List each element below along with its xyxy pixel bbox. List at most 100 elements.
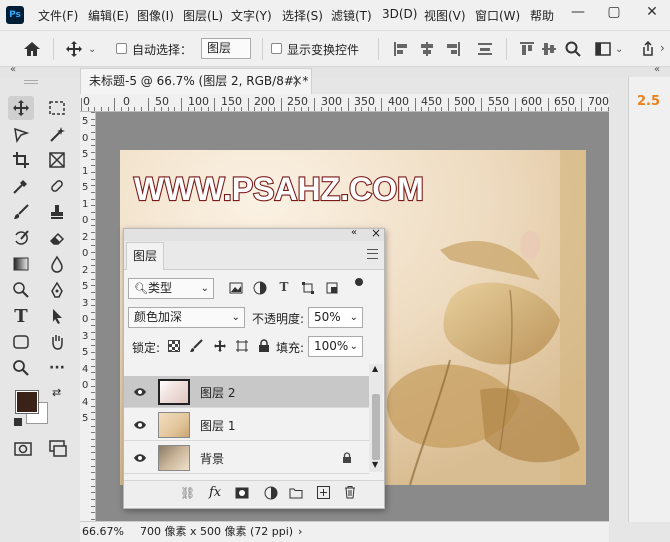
- panel-menu-icon[interactable]: [367, 249, 378, 259]
- distribute-icon[interactable]: [476, 40, 494, 58]
- delete-layer-icon[interactable]: [344, 485, 356, 499]
- path-selection-icon[interactable]: [44, 304, 70, 328]
- pen-tool-icon[interactable]: [44, 278, 70, 302]
- share-icon[interactable]: [638, 39, 658, 59]
- visibility-eye-icon[interactable]: [133, 451, 147, 465]
- menu-edit[interactable]: 编辑(E): [88, 7, 129, 24]
- collapse-right-icon[interactable]: «: [654, 64, 660, 75]
- zoom-level[interactable]: 66.67%: [82, 522, 124, 542]
- fill-field[interactable]: 100% ⌄: [308, 336, 363, 357]
- align-middle-icon[interactable]: [540, 40, 558, 58]
- more-tools-icon[interactable]: ···: [44, 356, 70, 380]
- menu-type[interactable]: 文字(Y): [231, 7, 272, 24]
- opacity-field[interactable]: 50% ⌄: [308, 307, 363, 328]
- quick-mask-icon[interactable]: [14, 442, 32, 456]
- filter-toggle-icon[interactable]: [355, 278, 363, 286]
- menu-file[interactable]: 文件(F): [38, 7, 78, 24]
- visibility-eye-icon[interactable]: [133, 385, 147, 399]
- lock-position-icon[interactable]: [212, 338, 228, 354]
- align-center-icon[interactable]: [418, 40, 436, 58]
- layer-row[interactable]: 图层 2: [124, 376, 369, 408]
- new-layer-icon[interactable]: [317, 486, 330, 499]
- blend-mode-dropdown[interactable]: 颜色加深 ⌄: [128, 307, 245, 328]
- rectangle-tool-icon[interactable]: [8, 330, 34, 354]
- menu-filter[interactable]: 滤镜(T): [331, 7, 372, 24]
- scroll-down-icon[interactable]: ▼: [372, 460, 378, 469]
- menu-image[interactable]: 图像(I): [137, 7, 174, 24]
- show-transform-checkbox[interactable]: [271, 43, 282, 54]
- eyedropper-icon[interactable]: [8, 174, 34, 198]
- add-mask-icon[interactable]: [235, 487, 249, 499]
- status-menu-arrow[interactable]: ›: [298, 522, 302, 542]
- dodge-tool-icon[interactable]: [8, 278, 34, 302]
- lock-pixels-icon[interactable]: [188, 338, 204, 354]
- maximize-button[interactable]: ▢: [596, 0, 632, 24]
- layer-row[interactable]: 图层 1: [124, 409, 369, 441]
- crop-tool-icon[interactable]: [8, 148, 34, 172]
- magic-wand-icon[interactable]: [44, 122, 70, 146]
- scroll-up-icon[interactable]: ▲: [372, 364, 378, 373]
- gradient-tool-icon[interactable]: [8, 252, 34, 276]
- stamp-tool-icon[interactable]: [44, 200, 70, 224]
- align-left-icon[interactable]: [392, 40, 410, 58]
- zoom-tool-icon[interactable]: [8, 356, 34, 380]
- document-tab[interactable]: 未标题-5 @ 66.7% (图层 2, RGB/8#) * ×: [80, 68, 312, 94]
- filter-pixel-icon[interactable]: [228, 280, 244, 296]
- filter-kind-dropdown[interactable]: 🔍︎类型 ⌄: [128, 278, 214, 299]
- vertical-ruler[interactable]: 5 0 5 1 5 1 0 2 0 2 5 3 0 3 5 4 0 4 5: [80, 112, 96, 521]
- type-tool-icon[interactable]: T: [8, 304, 34, 328]
- layers-scrollbar[interactable]: ▲ ▼: [369, 364, 383, 472]
- collapse-panel-icon[interactable]: «: [351, 227, 357, 238]
- tab-layers[interactable]: 图层: [126, 242, 164, 270]
- auto-select-target-dropdown[interactable]: 图层: [201, 38, 251, 59]
- filter-type-icon[interactable]: T: [276, 279, 292, 295]
- screen-mode-icon[interactable]: [48, 440, 68, 458]
- align-top-icon[interactable]: [518, 40, 536, 58]
- lock-all-icon[interactable]: [256, 338, 272, 354]
- lock-artboard-icon[interactable]: [234, 338, 250, 354]
- more-icon[interactable]: ›: [660, 41, 665, 55]
- close-tab-icon[interactable]: ×: [291, 69, 303, 93]
- menu-3d[interactable]: 3D(D): [382, 7, 417, 21]
- home-icon[interactable]: [20, 38, 44, 60]
- close-panel-icon[interactable]: ×: [371, 226, 381, 240]
- auto-select-checkbox[interactable]: [116, 43, 127, 54]
- align-right-icon[interactable]: [444, 40, 462, 58]
- marquee-tool-icon[interactable]: [44, 96, 70, 120]
- chevron-down-icon[interactable]: ⌄: [88, 44, 96, 55]
- blur-tool-icon[interactable]: [44, 252, 70, 276]
- move-tool-icon[interactable]: [62, 38, 86, 60]
- visibility-eye-icon[interactable]: [133, 418, 147, 432]
- menu-window[interactable]: 窗口(W): [475, 7, 520, 24]
- filter-smart-object-icon[interactable]: [324, 280, 340, 296]
- workspace-icon[interactable]: [593, 39, 613, 59]
- hand-tool-icon[interactable]: [44, 330, 70, 354]
- search-icon[interactable]: [563, 39, 583, 59]
- close-button[interactable]: ✕: [634, 0, 670, 24]
- link-layers-icon[interactable]: ⛓︎: [180, 486, 195, 500]
- eraser-tool-icon[interactable]: [44, 226, 70, 250]
- minimize-button[interactable]: —: [560, 0, 596, 24]
- swap-colors-icon[interactable]: ⇄: [52, 386, 61, 399]
- scrollbar-thumb[interactable]: [372, 394, 380, 460]
- menu-layer[interactable]: 图层(L): [183, 7, 223, 24]
- panel-value[interactable]: 2.5: [637, 94, 660, 109]
- menu-help[interactable]: 帮助: [530, 7, 554, 24]
- history-brush-icon[interactable]: [8, 226, 34, 250]
- lock-transparent-icon[interactable]: [168, 340, 180, 352]
- healing-brush-icon[interactable]: [44, 174, 70, 198]
- lasso-tool-icon[interactable]: [8, 122, 34, 146]
- filter-shape-icon[interactable]: [300, 280, 316, 296]
- menu-select[interactable]: 选择(S): [282, 7, 323, 24]
- move-tool-icon[interactable]: [8, 96, 34, 120]
- default-colors-icon[interactable]: [14, 418, 22, 426]
- layer-row[interactable]: 背景: [124, 442, 369, 474]
- foreground-color-swatch[interactable]: [15, 390, 39, 414]
- collapse-left-icon[interactable]: «: [10, 64, 16, 75]
- adjustment-layer-icon[interactable]: [264, 486, 278, 500]
- menu-view[interactable]: 视图(V): [424, 7, 466, 24]
- brush-tool-icon[interactable]: [8, 200, 34, 224]
- new-group-icon[interactable]: [289, 487, 303, 499]
- filter-adjustment-icon[interactable]: [252, 280, 268, 296]
- horizontal-ruler[interactable]: 0 0 50 100 150 200 250 300 350 400 450 500 550 600 650…: [80, 94, 609, 112]
